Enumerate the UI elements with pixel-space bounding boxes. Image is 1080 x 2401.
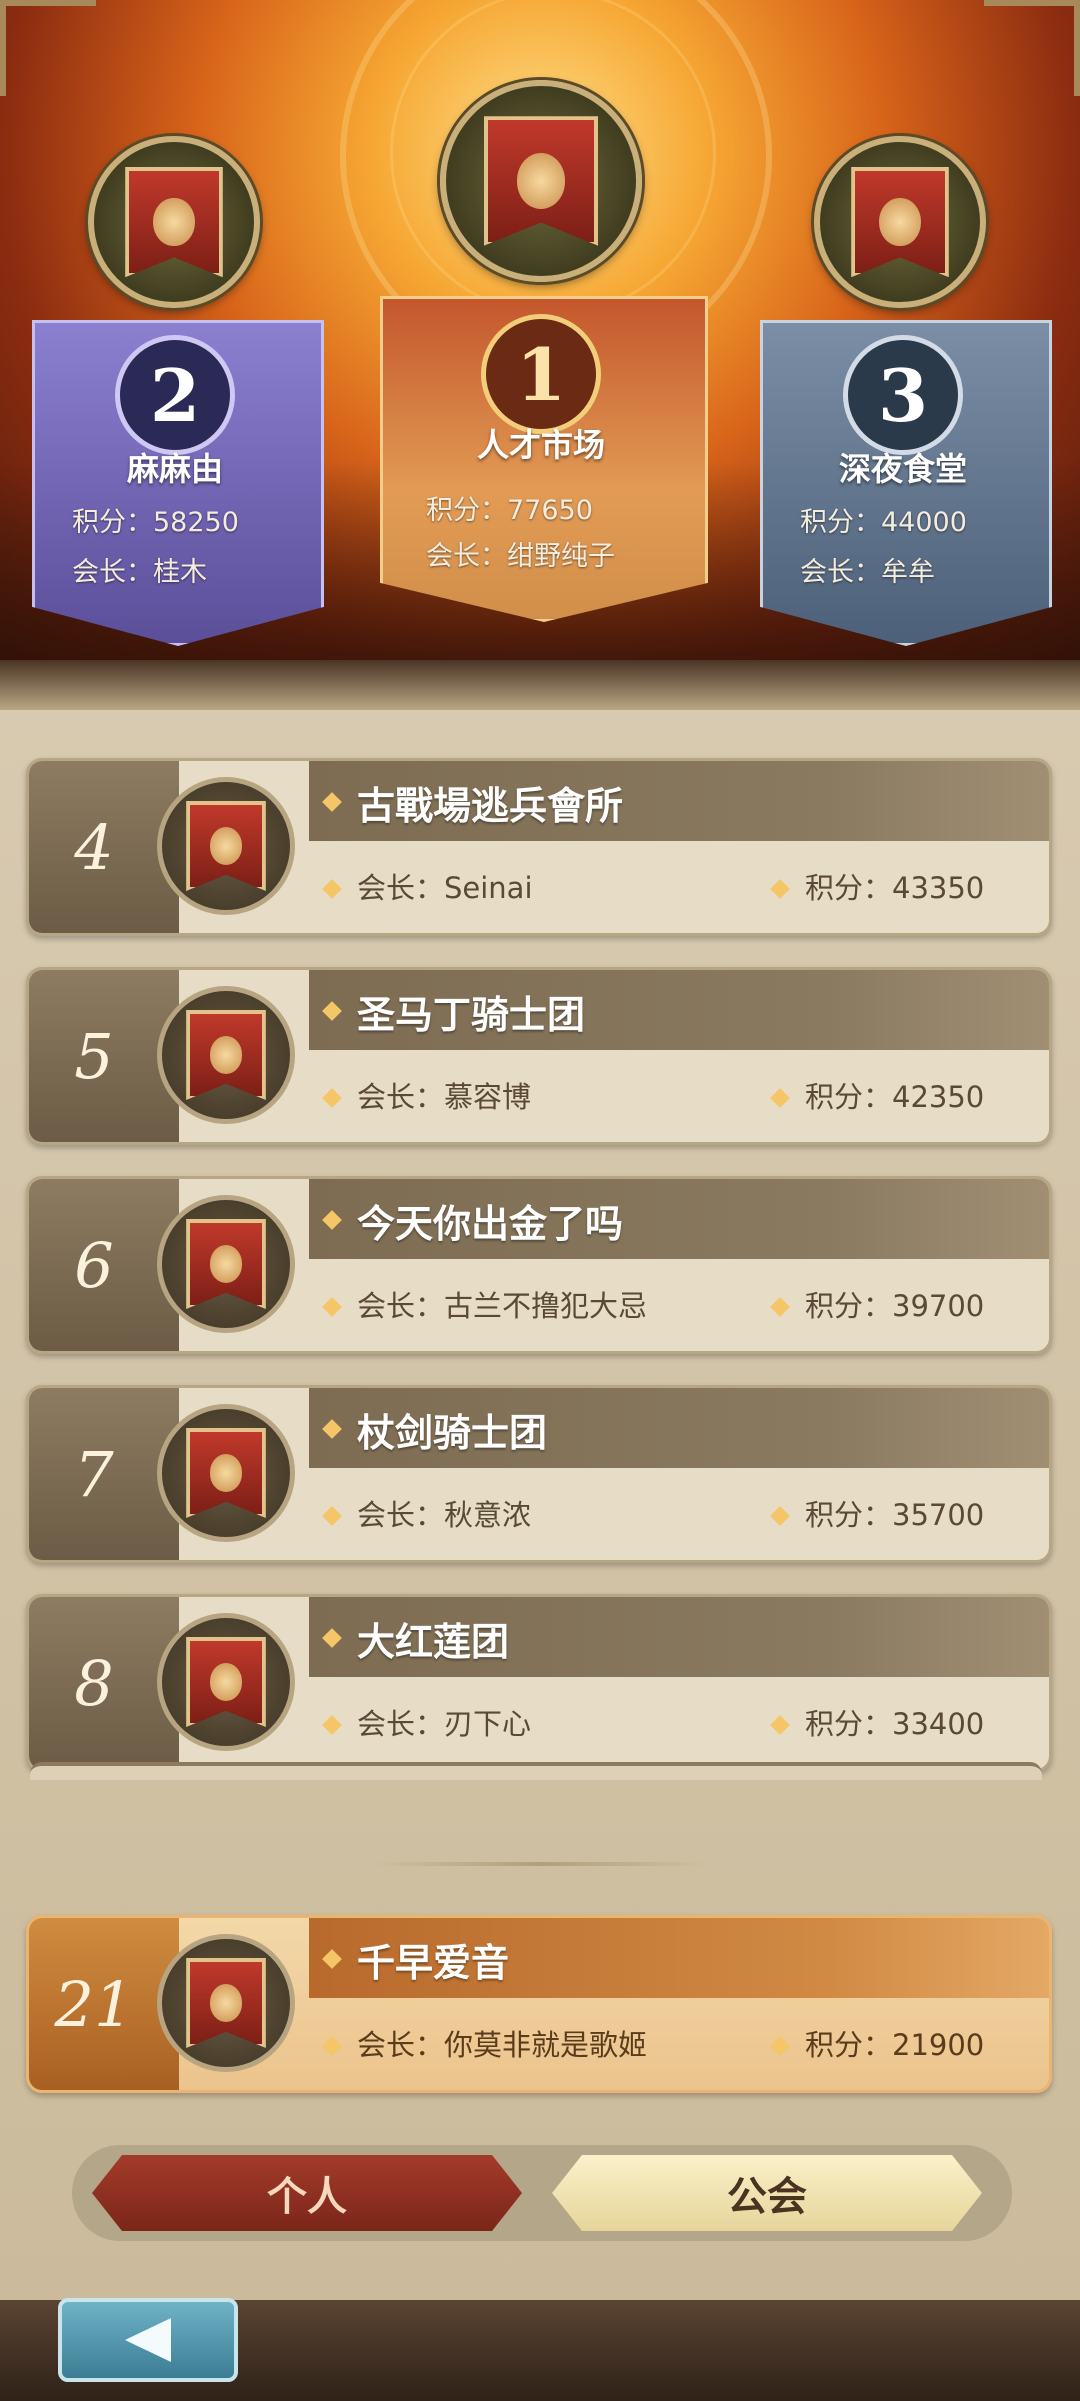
guild-score: 积分：43350: [805, 871, 985, 905]
rank-number: 7: [74, 1437, 114, 1511]
guild-leader: 会长：秋意浓: [357, 1498, 532, 1532]
guild-name: 麻麻由: [126, 450, 223, 488]
podium-1-emblem-icon[interactable]: [440, 80, 642, 282]
ranking-row[interactable]: 8 大红莲团 会长：刃下心 积分：33400: [26, 1594, 1052, 1772]
guild-score: 积分：21900: [805, 2028, 985, 2062]
back-arrow-icon: [125, 2318, 171, 2362]
guild-leader: 会长：刃下心: [357, 1707, 532, 1741]
guild-emblem-icon: [157, 1934, 295, 2072]
podium-rank-3[interactable]: 3 深夜食堂 积分：44000 会长：牟牟: [760, 320, 1052, 646]
ranking-row-partial[interactable]: [30, 1762, 1042, 1780]
guild-score: 积分：35700: [805, 1498, 985, 1532]
guild-emblem-icon: [157, 1195, 295, 1333]
guild-score: 积分：44000: [800, 507, 967, 538]
diamond-icon: [770, 1506, 790, 1526]
guild-name: 人才市场: [476, 426, 605, 464]
back-button[interactable]: [58, 2298, 238, 2382]
rank-number: 4: [74, 810, 114, 884]
guild-emblem-icon: [157, 1404, 295, 1542]
ranking-row[interactable]: 7 杖剑骑士团 会长：秋意浓 积分：35700: [26, 1385, 1052, 1563]
guild-emblem-icon: [157, 1613, 295, 1751]
guild-score: 积分：33400: [805, 1707, 985, 1741]
diamond-icon: [322, 1088, 342, 1108]
ranking-row[interactable]: 6 今天你出金了吗 会长：古兰不撸犯大忌 积分：39700: [26, 1176, 1052, 1354]
diamond-icon: [322, 1715, 342, 1735]
diamond-icon: [322, 2036, 342, 2056]
guild-score: 积分：58250: [72, 507, 239, 538]
guild-emblem-icon: [157, 777, 295, 915]
diamond-icon: [770, 1297, 790, 1317]
guild-score: 积分：77650: [426, 495, 593, 526]
corner-ornament-left: [0, 0, 96, 96]
rank-number: 21: [54, 1967, 134, 2041]
guild-leader: 会长：桂木: [72, 557, 207, 588]
guild-name: 圣马丁骑士团: [357, 993, 586, 1037]
guild-name: 千早爱音: [357, 1941, 510, 1985]
guild-leader: 会长：慕容博: [357, 1080, 532, 1114]
tab-personal[interactable]: 个人: [92, 2155, 522, 2231]
podium-rank-2[interactable]: 2 麻麻由 积分：58250 会长：桂木: [32, 320, 324, 646]
guild-score: 积分：42350: [805, 1080, 985, 1114]
diamond-icon: [322, 879, 342, 899]
guild-emblem-icon: [157, 986, 295, 1124]
rank-number: 1: [481, 314, 601, 434]
rank-number: 3: [843, 335, 963, 455]
ranking-tabs: 个人 公会: [72, 2145, 1012, 2245]
diamond-icon: [770, 1088, 790, 1108]
podium-3-emblem-icon[interactable]: [814, 136, 986, 308]
guild-name: 大红莲团: [357, 1620, 510, 1664]
guild-leader: 会长：古兰不撸犯大忌: [357, 1289, 648, 1323]
guild-score: 积分：39700: [805, 1289, 985, 1323]
guild-leader: 会长：Seinai: [357, 871, 533, 905]
rank-number: 5: [74, 1019, 114, 1093]
rank-number: 8: [74, 1646, 114, 1720]
board-edge: [0, 660, 1080, 710]
diamond-icon: [770, 2036, 790, 2056]
guild-name: 杖剑骑士团: [357, 1411, 548, 1455]
podium-2-emblem-icon[interactable]: [88, 136, 260, 308]
guild-leader: 会长：你莫非就是歌姬: [357, 2028, 648, 2062]
guild-name: 深夜食堂: [838, 450, 967, 488]
ranking-row[interactable]: 5 圣马丁骑士团 会长：慕容博 积分：42350: [26, 967, 1052, 1145]
rank-number: 6: [74, 1228, 114, 1302]
guild-leader: 会长：绀野纯子: [426, 541, 615, 572]
diamond-icon: [770, 1715, 790, 1735]
diamond-icon: [322, 1506, 342, 1526]
own-guild-row[interactable]: 21 千早爱音 会长：你莫非就是歌姬 积分：21900: [26, 1915, 1052, 2093]
ranking-row[interactable]: 4 古戰場逃兵會所 会长：Seinai 积分：43350: [26, 758, 1052, 936]
diamond-icon: [770, 879, 790, 899]
podium-rank-1[interactable]: 1 人才市场 积分：77650 会长：绀野纯子: [380, 296, 708, 622]
corner-ornament-right: [984, 0, 1080, 96]
guild-name: 古戰場逃兵會所: [357, 784, 624, 828]
guild-leader: 会长：牟牟: [800, 557, 935, 588]
guild-name: 今天你出金了吗: [357, 1202, 624, 1246]
diamond-icon: [322, 1297, 342, 1317]
list-divider: [370, 1862, 710, 1866]
rank-number: 2: [115, 335, 235, 455]
tab-guild[interactable]: 公会: [552, 2155, 982, 2231]
